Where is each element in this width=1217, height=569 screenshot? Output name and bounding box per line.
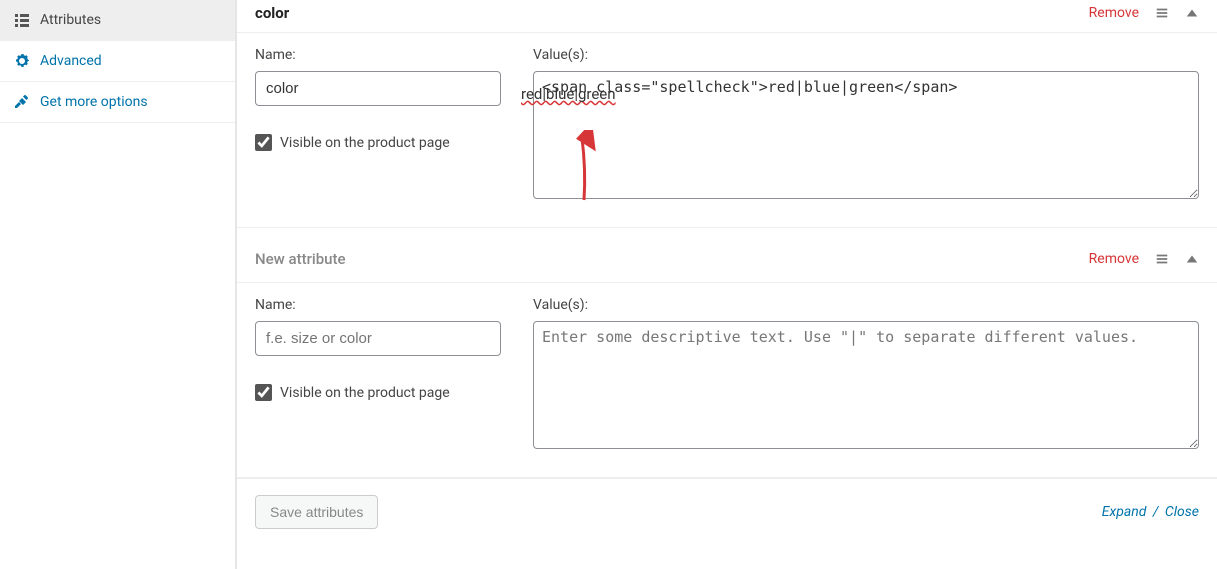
visible-on-product-page-checkbox[interactable] xyxy=(255,384,272,401)
collapse-toggle-icon[interactable] xyxy=(1185,252,1199,266)
attribute-values-input[interactable]: <span class="spellcheck">red|blue|green<… xyxy=(533,71,1199,199)
attribute-block: New attribute Remove Name: xyxy=(237,228,1217,478)
attribute-header: color Remove xyxy=(237,0,1217,32)
drag-handle-icon[interactable] xyxy=(1155,252,1169,266)
remove-attribute-link[interactable]: Remove xyxy=(1089,5,1139,21)
remove-attribute-link[interactable]: Remove xyxy=(1089,251,1139,267)
values-label: Value(s): xyxy=(533,47,1199,63)
visible-on-product-page-label: Visible on the product page xyxy=(280,135,450,151)
save-attributes-button[interactable]: Save attributes xyxy=(255,495,378,529)
sidebar-item-get-more-options[interactable]: Get more options xyxy=(0,82,235,123)
sidebar-item-label: Attributes xyxy=(40,12,101,28)
attribute-body: Name: Visible on the product page Value(… xyxy=(237,282,1217,477)
attribute-title: New attribute xyxy=(255,250,1089,268)
product-data-sidebar: Attributes Advanced Get more options xyxy=(0,0,236,569)
name-label: Name: xyxy=(255,47,501,63)
close-all-link[interactable]: Close xyxy=(1165,504,1199,520)
gear-icon xyxy=(14,53,30,69)
values-label: Value(s): xyxy=(533,297,1199,313)
attribute-body: Name: Visible on the product page Value(… xyxy=(237,32,1217,227)
attribute-values-input[interactable] xyxy=(533,321,1199,449)
sidebar-item-label: Get more options xyxy=(40,94,148,110)
attribute-block: color Remove Name: Vis xyxy=(237,0,1217,228)
drag-handle-icon[interactable] xyxy=(1155,6,1169,20)
list-icon xyxy=(14,12,30,28)
sidebar-item-label: Advanced xyxy=(40,53,102,69)
separator: / xyxy=(1153,504,1159,520)
sidebar-item-advanced[interactable]: Advanced xyxy=(0,41,235,82)
attribute-title: color xyxy=(255,4,1089,22)
attribute-name-input[interactable] xyxy=(255,71,501,106)
expand-all-link[interactable]: Expand xyxy=(1102,504,1147,520)
sidebar-item-attributes[interactable]: Attributes xyxy=(0,0,235,41)
visible-on-product-page-checkbox[interactable] xyxy=(255,134,272,151)
name-label: Name: xyxy=(255,297,501,313)
plugin-icon xyxy=(14,94,30,110)
attributes-footer: Save attributes Expand / Close xyxy=(237,478,1217,529)
attribute-header: New attribute Remove xyxy=(237,228,1217,282)
attributes-panel: color Remove Name: Vis xyxy=(236,0,1217,569)
collapse-toggle-icon[interactable] xyxy=(1185,6,1199,20)
attribute-name-input[interactable] xyxy=(255,321,501,356)
visible-on-product-page-label: Visible on the product page xyxy=(280,385,450,401)
